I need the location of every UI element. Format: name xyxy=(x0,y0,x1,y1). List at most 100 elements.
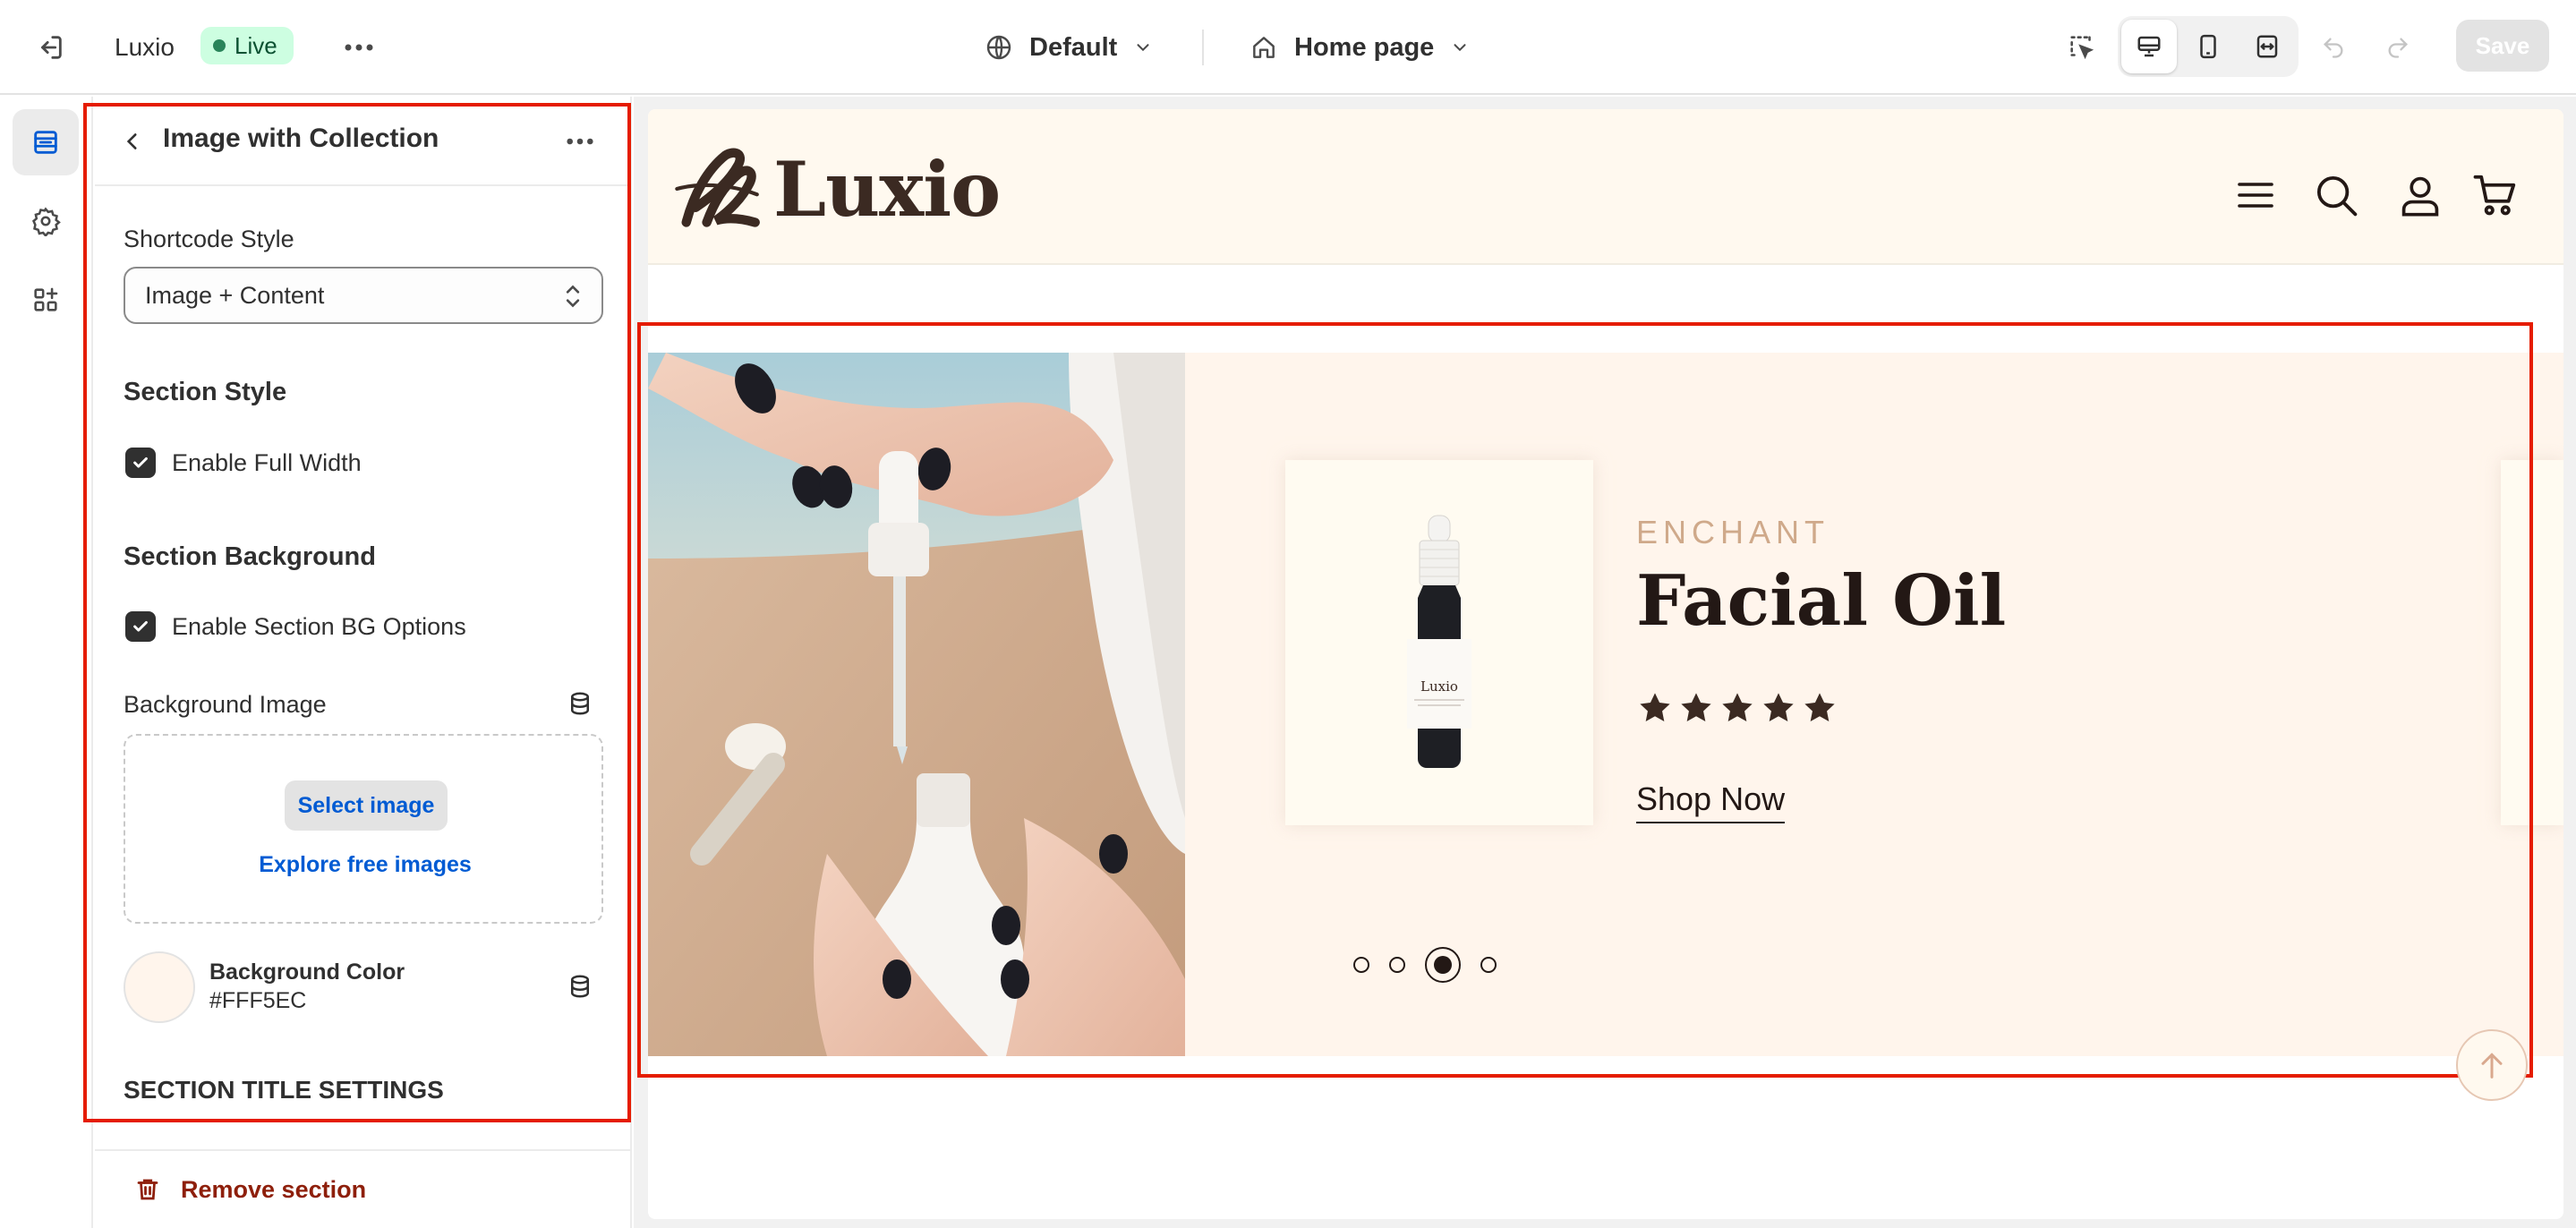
star-icon xyxy=(1722,693,1753,722)
luxio-logo-mark-icon xyxy=(675,148,760,227)
mobile-view-button[interactable] xyxy=(2180,20,2236,73)
product-subtitle: ENCHANT xyxy=(1636,514,1830,550)
background-image-picker: Select image Explore free images xyxy=(124,734,603,924)
redo-icon xyxy=(2388,38,2408,58)
checkmark-icon xyxy=(133,456,148,468)
logo-wordmark: Luxio xyxy=(773,144,1001,234)
background-color-value: #FFF5EC xyxy=(209,988,307,1013)
chevron-left-icon xyxy=(126,133,137,149)
scroll-to-top-button[interactable] xyxy=(2456,1029,2528,1101)
section-background-heading: Section Background xyxy=(124,542,376,571)
trash-icon xyxy=(137,1179,158,1200)
product-title[interactable]: Facial Oil xyxy=(1636,560,2006,642)
inspect-icon xyxy=(2070,36,2094,60)
topbar-divider xyxy=(1202,30,1204,65)
left-rail xyxy=(0,97,93,1228)
chevron-down-icon xyxy=(1454,44,1466,52)
dynamic-source-button[interactable] xyxy=(564,970,596,1002)
background-image-label: Background Image xyxy=(124,691,327,718)
page-selector[interactable]: Home page xyxy=(1250,25,1470,70)
arrow-up-icon xyxy=(2481,1053,2503,1079)
theme-selector[interactable]: Default xyxy=(985,25,1153,70)
live-dot-icon xyxy=(213,39,226,52)
hero-photo xyxy=(648,353,1185,1056)
product-card[interactable]: Luxio xyxy=(1285,460,1593,825)
back-button[interactable] xyxy=(113,122,152,161)
section-title-settings-heading: SECTION TITLE SETTINGS xyxy=(124,1076,444,1104)
more-actions-button[interactable] xyxy=(338,27,380,68)
rail-apps-button[interactable] xyxy=(13,267,79,333)
panel-title: Image with Collection xyxy=(163,124,439,153)
full-width-view-button[interactable] xyxy=(2239,20,2295,73)
theme-selector-label: Default xyxy=(1029,32,1118,62)
section-more-button[interactable] xyxy=(559,122,601,161)
save-button[interactable]: Save xyxy=(2456,20,2549,72)
star-icon xyxy=(1640,693,1670,722)
checkmark-icon xyxy=(133,620,148,632)
section-spacer xyxy=(648,267,2563,331)
top-bar: Luxio Live Default Home page Save xyxy=(0,0,2576,95)
user-icon xyxy=(2401,176,2439,217)
storefront-preview: Luxio Luxio ENCHANT Facial Oil Shop Now xyxy=(648,109,2563,1219)
desktop-view-button[interactable] xyxy=(2121,20,2177,73)
rail-settings-button[interactable] xyxy=(13,188,79,254)
checkbox-checked[interactable] xyxy=(125,448,156,478)
live-badge: Live xyxy=(200,27,294,64)
next-product-card[interactable] xyxy=(2501,460,2563,825)
exit-button[interactable] xyxy=(27,27,73,68)
slider-dot[interactable] xyxy=(1425,947,1461,983)
account-button[interactable] xyxy=(2393,168,2447,222)
checkbox-checked[interactable] xyxy=(125,611,156,642)
live-badge-label: Live xyxy=(235,31,277,59)
redo-button[interactable] xyxy=(2377,27,2418,68)
background-color-swatch[interactable] xyxy=(124,951,195,1023)
select-image-button[interactable]: Select image xyxy=(285,780,448,831)
menu-button[interactable] xyxy=(2229,168,2282,222)
panel-header: Image with Collection xyxy=(95,97,632,186)
bottle-label-text: Luxio xyxy=(1420,678,1458,695)
shortcode-style-value: Image + Content xyxy=(145,281,325,309)
undo-button[interactable] xyxy=(2313,27,2354,68)
background-color-label: Background Color xyxy=(209,959,405,985)
globe-icon xyxy=(986,35,1011,60)
store-name: Luxio xyxy=(115,33,175,61)
search-button[interactable] xyxy=(2309,168,2363,222)
chevron-down-icon xyxy=(1137,44,1149,52)
slider-dot[interactable] xyxy=(1389,957,1405,973)
enable-full-width-label: Enable Full Width xyxy=(172,448,362,476)
cart-button[interactable] xyxy=(2469,168,2522,222)
settings-panel: Image with Collection Shortcode Style Im… xyxy=(95,97,632,1228)
enable-full-width-checkbox[interactable]: Enable Full Width xyxy=(125,448,362,478)
slider-dot[interactable] xyxy=(1480,957,1497,973)
device-toggle-group xyxy=(2118,16,2299,77)
hamburger-icon xyxy=(2238,183,2273,208)
full-width-icon xyxy=(2256,35,2278,58)
rail-sections-button[interactable] xyxy=(13,109,79,175)
database-icon xyxy=(571,692,589,715)
desktop-icon xyxy=(2137,36,2161,57)
inspect-button[interactable] xyxy=(2059,25,2105,70)
star-icon xyxy=(1681,693,1711,722)
explore-free-images-link[interactable]: Explore free images xyxy=(125,852,605,878)
page-selector-label: Home page xyxy=(1294,32,1435,62)
remove-section-button[interactable]: Remove section xyxy=(95,1149,632,1228)
site-header: Luxio xyxy=(648,109,2563,265)
more-horizontal-icon xyxy=(567,138,593,145)
image-with-collection-section: Luxio ENCHANT Facial Oil Shop Now xyxy=(648,353,2563,1056)
exit-icon xyxy=(41,36,62,59)
star-rating xyxy=(1636,689,1838,727)
shortcode-style-label: Shortcode Style xyxy=(124,226,294,252)
site-logo[interactable]: Luxio xyxy=(670,140,1001,238)
shortcode-style-select[interactable]: Image + Content xyxy=(124,267,603,324)
mobile-icon xyxy=(2200,34,2216,59)
more-horizontal-icon xyxy=(345,44,373,51)
gear-icon xyxy=(31,207,61,236)
dynamic-source-button[interactable] xyxy=(564,687,596,720)
home-icon xyxy=(1253,37,1275,58)
slider-dot[interactable] xyxy=(1353,957,1369,973)
star-icon xyxy=(1804,693,1835,722)
shop-now-link[interactable]: Shop Now xyxy=(1636,780,1786,823)
undo-icon xyxy=(2324,38,2343,58)
dropper-hands-image xyxy=(648,353,1185,1056)
enable-bg-options-checkbox[interactable]: Enable Section BG Options xyxy=(125,611,466,642)
